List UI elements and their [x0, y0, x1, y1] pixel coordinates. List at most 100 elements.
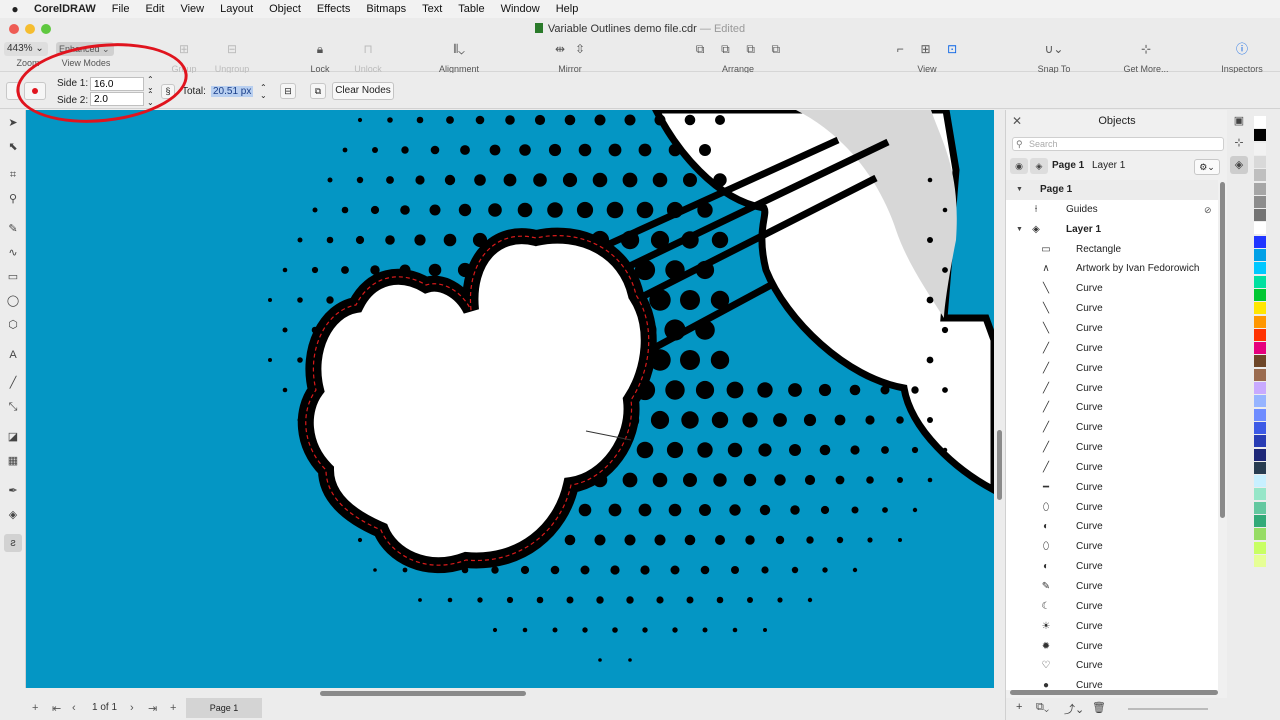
rectangle-tool-icon[interactable]: ▭ — [4, 268, 22, 286]
ungroup-button[interactable]: ⊟ Ungroup — [210, 40, 254, 74]
drawing-canvas[interactable] — [26, 110, 994, 688]
text-tool-icon[interactable]: A — [4, 346, 22, 364]
previous-page-icon[interactable]: ‹ — [72, 702, 76, 714]
polygon-tool-icon[interactable]: ⬡ — [4, 316, 22, 334]
menu-effects[interactable]: Effects — [309, 3, 358, 15]
delete-icon[interactable]: 🗑︎ — [1092, 701, 1106, 714]
color-swatch[interactable] — [1254, 342, 1266, 355]
color-swatch[interactable] — [1254, 169, 1266, 182]
new-layer-icon[interactable]: + — [1016, 701, 1022, 713]
color-swatch[interactable] — [1254, 275, 1266, 288]
tree-item-8[interactable]: ╱ Curve — [1006, 339, 1218, 359]
menu-layout[interactable]: Layout — [212, 3, 261, 15]
objects-tree-scrollbar[interactable] — [1220, 182, 1225, 518]
tree-item-20[interactable]: ✎ Curve — [1006, 577, 1218, 597]
color-swatch[interactable] — [1254, 302, 1266, 315]
color-swatch[interactable] — [1254, 488, 1266, 501]
lock-button[interactable]: 🔒︎ Lock — [302, 40, 338, 74]
tree-item-4[interactable]: ∧ Artwork by Ivan Fedorowich — [1006, 259, 1218, 279]
variable-outline-tool-icon[interactable]: ƨ — [4, 534, 22, 552]
menu-view[interactable]: View — [172, 3, 212, 15]
add-page-after-icon[interactable]: + — [170, 702, 176, 714]
color-swatch[interactable] — [1254, 435, 1266, 448]
dimension-tool-icon[interactable]: ╱ — [4, 374, 22, 392]
arrange-icons[interactable]: ⧉ ⧉ ⧉ ⧉ — [664, 42, 812, 56]
ellipse-tool-icon[interactable]: ◯ — [4, 292, 22, 310]
freehand-tool-icon[interactable]: ✎ — [4, 220, 22, 238]
menu-object[interactable]: Object — [261, 3, 309, 15]
objects-search-input[interactable]: ⚲ Search — [1012, 137, 1224, 151]
total-stepper[interactable]: ⌃ ⌄ — [260, 84, 267, 100]
alignment-button[interactable]: ⫴⌄ Alignment — [432, 40, 486, 74]
tree-item-25[interactable]: ● Curve — [1006, 676, 1218, 690]
zoom-tool-icon[interactable]: ⚲ — [4, 190, 22, 208]
tree-item-11[interactable]: ╱ Curve — [1006, 398, 1218, 418]
color-swatch[interactable] — [1254, 475, 1266, 488]
tree-item-14[interactable]: ╱ Curve — [1006, 458, 1218, 478]
tree-item-23[interactable]: ✹ Curve — [1006, 637, 1218, 657]
menu-edit[interactable]: Edit — [137, 3, 172, 15]
docker-options-button[interactable]: ⚙⌄ — [1194, 159, 1220, 175]
color-swatch[interactable] — [1254, 528, 1266, 541]
objects-horizontal-scrollbar[interactable] — [1010, 690, 1218, 695]
color-swatch[interactable] — [1254, 142, 1266, 155]
menu-window[interactable]: Window — [493, 3, 548, 15]
get-more-button[interactable]: ⊹ Get More... — [1118, 40, 1174, 74]
color-swatch[interactable] — [1254, 222, 1266, 235]
color-swatch[interactable] — [1254, 501, 1266, 514]
tree-item-18[interactable]: ⬯ Curve — [1006, 537, 1218, 557]
app-menu[interactable]: CorelDRAW — [30, 3, 104, 15]
page-view-icon[interactable]: ◉ — [1010, 158, 1028, 174]
apple-menu-icon[interactable]: ● — [0, 2, 30, 16]
snap-to-button[interactable]: ∪⌄ Snap To — [1030, 40, 1078, 74]
color-swatch[interactable] — [1254, 448, 1266, 461]
tree-item-21[interactable]: ☾ Curve — [1006, 597, 1218, 617]
view-icons[interactable]: ⌐ ⊞ ⊡ — [872, 42, 982, 56]
eyedropper-tool-icon[interactable]: ✒ — [4, 482, 22, 500]
vertical-scroll-thumb[interactable] — [997, 430, 1002, 500]
tree-item-7[interactable]: ╲ Curve — [1006, 319, 1218, 339]
connector-tool-icon[interactable]: ⤡ — [4, 398, 22, 416]
menu-bitmaps[interactable]: Bitmaps — [358, 3, 414, 15]
menu-file[interactable]: File — [104, 3, 138, 15]
page-tab[interactable]: Page 1 — [186, 698, 262, 718]
menu-help[interactable]: Help — [548, 3, 587, 15]
color-swatch[interactable] — [1254, 515, 1266, 527]
tree-item-19[interactable]: ◐ Curve — [1006, 557, 1218, 577]
color-swatch[interactable] — [1254, 249, 1266, 261]
expand-arrow-icon[interactable]: ▼ — [1016, 180, 1023, 200]
tree-item-16[interactable]: ⬯ Curve — [1006, 498, 1218, 518]
thumbnail-size-slider[interactable] — [1128, 708, 1208, 710]
color-swatch[interactable] — [1254, 209, 1266, 222]
tree-item-17[interactable]: ◐ Curve — [1006, 517, 1218, 537]
first-page-icon[interactable]: ⇤ — [52, 702, 61, 715]
pick-tool-icon[interactable]: ➤ — [4, 114, 22, 132]
crop-tool-icon[interactable]: ⌗ — [4, 166, 22, 184]
color-swatch[interactable] — [1254, 355, 1266, 368]
color-swatch[interactable] — [1254, 129, 1266, 142]
color-swatch[interactable] — [1254, 541, 1266, 554]
color-swatch[interactable] — [1254, 408, 1266, 421]
color-swatch[interactable] — [1254, 182, 1266, 195]
color-swatch[interactable] — [1254, 461, 1266, 474]
tree-item-6[interactable]: ╲ Curve — [1006, 299, 1218, 319]
canvas-vertical-scrollbar[interactable] — [996, 110, 1004, 688]
clear-nodes-button[interactable]: Clear Nodes — [332, 82, 394, 100]
tree-item-5[interactable]: ╲ Curve — [1006, 279, 1218, 299]
expand-arrow-icon[interactable]: ▼ — [1016, 220, 1023, 240]
tree-page-1[interactable]: ▼ Page 1 — [1006, 180, 1218, 200]
move-to-layer-icon[interactable]: ⤴⌄ — [1064, 701, 1084, 717]
tree-item-9[interactable]: ╱ Curve — [1006, 359, 1218, 379]
color-swatch[interactable] — [1254, 395, 1266, 408]
tree-item-3[interactable]: ▭ Rectangle — [1006, 240, 1218, 260]
tree-guides-layer[interactable]: ⍿ Guides ⊘ — [1006, 200, 1218, 220]
color-swatch[interactable] — [1254, 382, 1266, 394]
inspectors-button[interactable]: ⓘ Inspectors — [1218, 40, 1266, 74]
lock-status-icon[interactable]: ⊘ — [1204, 200, 1212, 220]
color-swatch[interactable] — [1254, 195, 1266, 208]
color-swatch[interactable] — [1254, 421, 1266, 434]
tree-item-13[interactable]: ╱ Curve — [1006, 438, 1218, 458]
outline-options-button[interactable]: ⊟ — [280, 83, 296, 99]
tree-item-15[interactable]: ━ Curve — [1006, 478, 1218, 498]
color-swatch[interactable] — [1254, 554, 1266, 567]
